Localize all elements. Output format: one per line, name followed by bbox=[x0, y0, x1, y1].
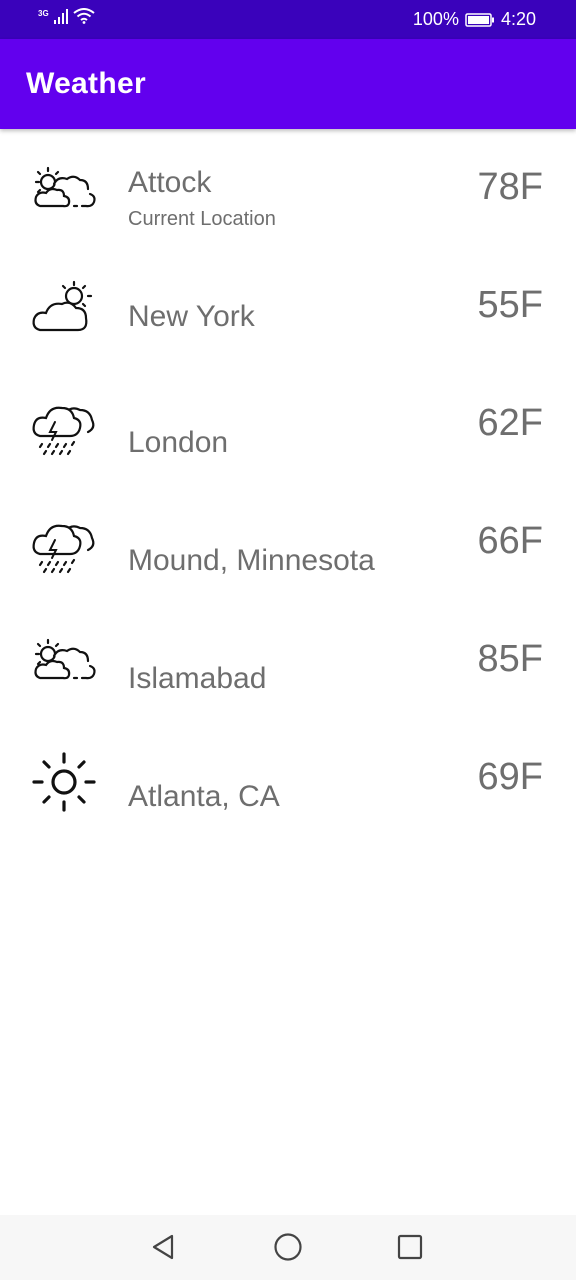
navigation-bar bbox=[0, 1215, 576, 1280]
battery-percent: 100% bbox=[412, 9, 459, 29]
app-title: Weather bbox=[26, 67, 146, 100]
city-name: London bbox=[128, 426, 229, 459]
city-name: Atlanta, CA bbox=[128, 780, 280, 813]
status-bar: 3G 100% 4:20 bbox=[0, 0, 576, 39]
location-row-london[interactable]: London 62F bbox=[0, 366, 576, 476]
clock: 4:20 bbox=[500, 9, 536, 29]
city-name: New York bbox=[128, 300, 255, 333]
temperature: 55F bbox=[477, 284, 543, 326]
location-row-mound-minnesota[interactable]: Mound, Minnesota 66F bbox=[0, 484, 576, 594]
temperature: 62F bbox=[477, 402, 543, 444]
battery-icon bbox=[465, 12, 494, 27]
location-row-attock[interactable]: Attock Current Location 78F bbox=[0, 130, 576, 240]
location-row-new-york[interactable]: New York 55F bbox=[0, 248, 576, 358]
partly-cloudy-icon bbox=[34, 166, 96, 208]
partly-cloudy-icon bbox=[34, 638, 96, 680]
status-left: 3G bbox=[38, 8, 95, 24]
temperature: 78F bbox=[477, 166, 543, 208]
temperature: 69F bbox=[477, 756, 543, 798]
thunderstorm-icon bbox=[32, 406, 95, 456]
city-name: Attock bbox=[128, 166, 212, 199]
network-type: 3G bbox=[38, 9, 49, 18]
home-icon[interactable] bbox=[272, 1231, 304, 1263]
back-icon[interactable] bbox=[148, 1231, 180, 1263]
location-row-islamabad[interactable]: Islamabad 85F bbox=[0, 602, 576, 712]
status-right: 100% 4:20 bbox=[413, 0, 536, 39]
location-row-atlanta-ca[interactable]: Atlanta, CA 69F bbox=[0, 720, 576, 830]
sunny-icon bbox=[32, 752, 96, 812]
thunderstorm-icon bbox=[32, 524, 95, 574]
wifi-icon bbox=[73, 8, 95, 24]
recents-icon[interactable] bbox=[394, 1231, 426, 1263]
signal-icon bbox=[53, 9, 68, 24]
city-subtitle: Current Location bbox=[128, 208, 276, 230]
city-name: Mound, Minnesota bbox=[128, 544, 375, 577]
temperature: 85F bbox=[477, 638, 543, 680]
temperature: 66F bbox=[477, 520, 543, 562]
app-bar: Weather bbox=[0, 39, 576, 129]
city-name: Islamabad bbox=[128, 662, 267, 695]
cloudy-sun-icon bbox=[32, 280, 93, 332]
